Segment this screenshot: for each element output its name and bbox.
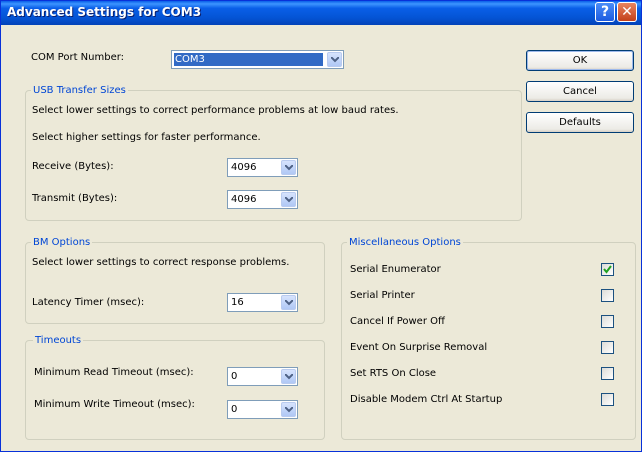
write-timeout-select[interactable]: 0 [227, 400, 298, 419]
bm-hint: Select lower settings to correct respons… [32, 257, 290, 268]
com-port-select[interactable]: COM3 [171, 50, 344, 69]
latency-label: Latency Timer (msec): [32, 297, 145, 308]
write-timeout-label: Minimum Write Timeout (msec): [34, 399, 195, 410]
com-port-value: COM3 [174, 53, 323, 66]
timeouts-group: Timeouts [25, 335, 325, 440]
misc-option-label: Cancel If Power Off [350, 316, 445, 327]
usb-hint-lower: Select lower settings to correct perform… [32, 105, 399, 116]
close-button[interactable]: ✕ [617, 2, 637, 22]
serial-printer-checkbox[interactable] [601, 289, 614, 302]
chevron-down-icon[interactable] [281, 369, 296, 384]
help-button[interactable]: ? [595, 2, 615, 22]
defaults-button[interactable]: Defaults [526, 112, 634, 133]
read-timeout-value: 0 [231, 371, 238, 382]
write-timeout-value: 0 [231, 404, 238, 415]
receive-value: 4096 [231, 162, 257, 173]
receive-select[interactable]: 4096 [227, 158, 298, 177]
transmit-label: Transmit (Bytes): [32, 193, 118, 204]
receive-label: Receive (Bytes): [32, 161, 114, 172]
chevron-down-icon[interactable] [281, 192, 296, 207]
chevron-down-icon[interactable] [281, 295, 296, 310]
set-rts-on-close-checkbox[interactable] [601, 367, 614, 380]
close-icon: ✕ [621, 4, 633, 20]
timeouts-legend: Timeouts [33, 335, 84, 347]
misc-option-label: Serial Printer [350, 290, 415, 301]
read-timeout-select[interactable]: 0 [227, 367, 298, 386]
transmit-select[interactable]: 4096 [227, 190, 298, 209]
misc-option-label: Set RTS On Close [350, 368, 437, 379]
misc-option-label: Serial Enumerator [350, 264, 441, 275]
chevron-down-icon[interactable] [281, 402, 296, 417]
advanced-settings-dialog: Advanced Settings for COM3 ? ✕ COM Port … [0, 0, 642, 452]
usb-transfer-legend: USB Transfer Sizes [31, 85, 128, 97]
window-title: Advanced Settings for COM3 [7, 5, 202, 19]
cancel-if-power-off-checkbox[interactable] [601, 315, 614, 328]
latency-value: 16 [231, 297, 244, 308]
title-bar[interactable]: Advanced Settings for COM3 ? ✕ [1, 1, 641, 25]
chevron-down-icon[interactable] [327, 52, 342, 67]
com-port-label: COM Port Number: [31, 52, 125, 63]
read-timeout-label: Minimum Read Timeout (msec): [34, 367, 194, 378]
usb-hint-higher: Select higher settings for faster perfor… [32, 132, 261, 143]
chevron-down-icon[interactable] [281, 160, 296, 175]
misc-options-legend: Miscellaneous Options [347, 237, 463, 249]
latency-select[interactable]: 16 [227, 293, 298, 312]
help-icon: ? [600, 4, 610, 20]
disable-modem-ctrl-checkbox[interactable] [601, 393, 614, 406]
checkmark-icon [603, 265, 612, 274]
event-on-surprise-removal-checkbox[interactable] [601, 341, 614, 354]
serial-enumerator-checkbox[interactable] [601, 263, 614, 276]
misc-option-label: Event On Surprise Removal [350, 342, 488, 353]
bm-options-legend: BM Options [31, 237, 93, 249]
ok-button[interactable]: OK [526, 50, 634, 71]
cancel-button[interactable]: Cancel [526, 81, 634, 102]
misc-option-label: Disable Modem Ctrl At Startup [350, 394, 503, 405]
transmit-value: 4096 [231, 194, 257, 205]
